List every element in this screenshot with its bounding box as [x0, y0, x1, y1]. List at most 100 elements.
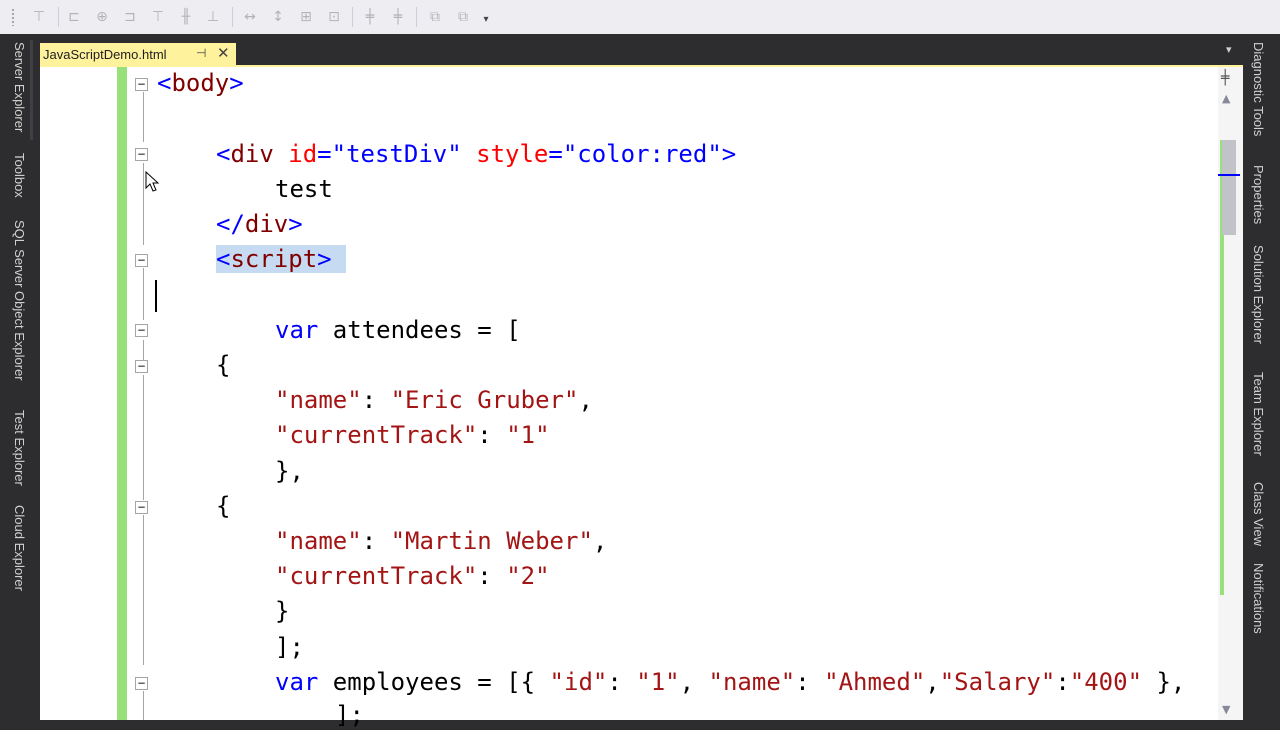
mouse-pointer-icon [145, 170, 160, 192]
code-line: </div> [216, 209, 303, 239]
string: "1" [506, 421, 550, 449]
tag-name: script [230, 245, 318, 273]
bracket: < [216, 140, 231, 168]
toolbar-separator [58, 7, 59, 27]
server-explorer-tab[interactable]: Server Explorer [12, 42, 27, 132]
code-text: , [679, 668, 709, 696]
code-text: }, [1142, 668, 1186, 696]
code-line: { [216, 492, 231, 520]
change-tracking-bar [117, 67, 127, 720]
scroll-thumb[interactable] [1222, 140, 1236, 235]
split-window-icon[interactable]: ╪ [1221, 70, 1229, 86]
scroll-up-icon[interactable]: ▲ [1222, 92, 1230, 105]
toolbar-grip[interactable] [11, 8, 15, 26]
text-caret [155, 280, 157, 312]
pin-icon[interactable]: ⊣ [196, 46, 206, 60]
code-text: , [592, 527, 608, 555]
code-text: , [925, 668, 940, 696]
group-icon[interactable]: ⧉ [427, 9, 443, 25]
string: "name" [275, 527, 362, 555]
solution-explorer-tab[interactable]: Solution Explorer [1251, 245, 1266, 344]
notifications-tab[interactable]: Notifications [1251, 563, 1266, 634]
code-text: employees = [{ [318, 668, 550, 696]
fold-toggle[interactable]: − [135, 148, 148, 161]
code-line: "currentTrack": "1" [275, 420, 550, 450]
fold-toggle[interactable]: − [135, 677, 148, 690]
code-text: : [477, 421, 507, 449]
fold-toggle[interactable]: − [135, 360, 148, 373]
tool-separator [30, 40, 33, 140]
outline-line [143, 92, 144, 142]
align-bottom-icon[interactable]: ⊥ [205, 9, 221, 25]
align-right-icon[interactable]: ⊐ [122, 9, 138, 25]
string: "name" [708, 668, 796, 696]
sql-server-object-explorer-tab[interactable]: SQL Server Object Explorer [12, 220, 27, 381]
attribute-name: style [476, 140, 549, 168]
tab-dropdown-icon[interactable]: ▾ [1226, 43, 1232, 56]
code-line: "name": "Martin Weber", [275, 526, 607, 556]
order-back-icon[interactable]: ╪ [390, 9, 406, 25]
test-explorer-tab[interactable]: Test Explorer [12, 410, 27, 486]
code-line: "name": "Eric Gruber", [275, 385, 593, 415]
code-line: <script> [216, 244, 347, 274]
code-text: : [361, 527, 391, 555]
string: "Martin Weber" [390, 527, 593, 555]
fold-toggle[interactable]: − [135, 78, 148, 91]
same-size-icon[interactable]: ⊞ [298, 9, 314, 25]
space-vertical-icon[interactable]: ↕ [270, 9, 286, 25]
code-text: : [1055, 668, 1070, 696]
document-tab[interactable]: JavaScriptDemo.html ⊣ ✕ [40, 43, 236, 65]
scroll-down-icon[interactable]: ▼ [1222, 703, 1230, 716]
string: "1" [636, 668, 680, 696]
align-middle-icon[interactable]: ╫ [178, 9, 194, 25]
space-horizontal-icon[interactable]: ↔ [242, 9, 258, 25]
bracket: > [721, 140, 737, 168]
team-explorer-tab[interactable]: Team Explorer [1251, 372, 1266, 456]
layout-toolbar: ⊤ ⊏ ⊕ ⊐ ⊤ ╫ ⊥ ↔ ↕ ⊞ ⊡ ╪ ╪ ⧉ ⧉ ▾ [0, 0, 1280, 35]
cloud-explorer-tab[interactable]: Cloud Explorer [12, 505, 27, 591]
code-line: { [216, 351, 231, 379]
bracket: < [157, 69, 172, 97]
ungroup-icon[interactable]: ⧉ [455, 9, 471, 25]
bracket: > [288, 210, 303, 238]
operator: = [548, 140, 563, 168]
align-top-icon[interactable]: ⊤ [150, 9, 166, 25]
order-front-icon[interactable]: ╪ [362, 9, 378, 25]
properties-tab[interactable]: Properties [1251, 165, 1266, 224]
document-tab-title: JavaScriptDemo.html [43, 47, 167, 62]
fold-toggle[interactable]: − [135, 324, 148, 337]
toolbar-separator [232, 7, 233, 27]
toolbar-button-1[interactable]: ⊤ [31, 9, 47, 25]
fold-toggle[interactable]: − [135, 501, 148, 514]
caret-position-marker [1218, 174, 1240, 176]
outline-line [143, 375, 144, 500]
string: "2" [506, 562, 550, 590]
class-view-tab[interactable]: Class View [1251, 482, 1266, 546]
bracket: > [229, 69, 244, 97]
bracket: < [216, 245, 231, 273]
code-line: ]; [275, 633, 304, 661]
align-left-icon[interactable]: ⊏ [66, 9, 82, 25]
bracket: > [317, 245, 332, 273]
tag-name: body [171, 69, 230, 97]
string: "id" [549, 668, 608, 696]
outline-line [143, 691, 144, 720]
code-line: test [275, 175, 333, 203]
keyword: var [275, 316, 319, 344]
code-text: : [361, 386, 391, 414]
code-text: : [795, 668, 825, 696]
tag-name: div [230, 140, 274, 168]
code-line: var employees = [{ "id": "1", "name": "A… [275, 667, 1185, 697]
toolbox-tab[interactable]: Toolbox [12, 153, 27, 198]
align-center-icon[interactable]: ⊕ [94, 9, 110, 25]
diagnostic-tools-tab[interactable]: Diagnostic Tools [1251, 42, 1266, 136]
string: "Salary" [939, 668, 1056, 696]
code-text: : [607, 668, 637, 696]
toolbar-separator [352, 7, 353, 27]
fold-toggle[interactable]: − [135, 254, 148, 267]
center-icon[interactable]: ⊡ [326, 9, 342, 25]
close-icon[interactable]: ✕ [217, 44, 230, 62]
string: "Eric Gruber" [390, 386, 579, 414]
code-line: <body> [157, 68, 244, 98]
toolbar-overflow-icon[interactable]: ▾ [478, 12, 494, 28]
